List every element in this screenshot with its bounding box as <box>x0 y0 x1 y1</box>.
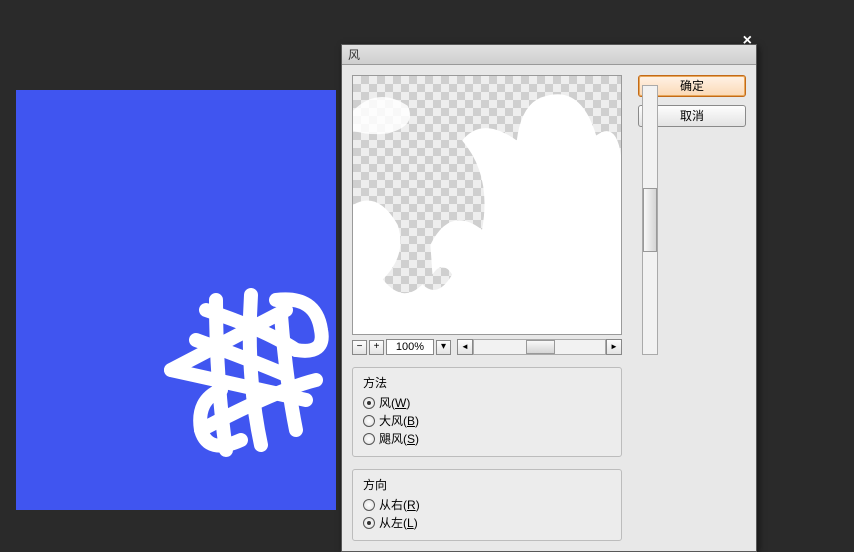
canvas-artwork <box>146 240 336 480</box>
hscroll-right-icon[interactable]: ► <box>606 339 622 355</box>
direction-option-right[interactable]: 从右(R) <box>363 496 611 513</box>
preview-vscroll[interactable] <box>642 85 658 355</box>
radio-icon <box>363 517 375 529</box>
wind-dialog: × 风 − + <box>341 44 757 552</box>
option-label: 风(W) <box>379 394 410 411</box>
radio-icon <box>363 415 375 427</box>
method-option-stagger[interactable]: 飓风(S) <box>363 430 611 447</box>
radio-icon <box>363 397 375 409</box>
dialog-titlebar[interactable]: 风 <box>342 45 756 65</box>
vscroll-track[interactable] <box>642 85 658 355</box>
zoom-dropdown-icon[interactable]: ▾ <box>436 340 451 355</box>
canvas-area[interactable] <box>16 90 336 510</box>
method-option-blast[interactable]: 大风(B) <box>363 412 611 429</box>
method-group: 方法 风(W) 大风(B) 飓风(S) <box>352 367 622 457</box>
zoom-out-button[interactable]: − <box>352 340 367 355</box>
hscroll-left-icon[interactable]: ◄ <box>457 339 473 355</box>
direction-group: 方向 从右(R) 从左(L) <box>352 469 622 541</box>
vscroll-thumb[interactable] <box>643 188 657 252</box>
hscroll-track[interactable] <box>473 339 606 355</box>
direction-label: 方向 <box>363 476 611 493</box>
option-label: 大风(B) <box>379 412 419 429</box>
option-label: 从右(R) <box>379 496 420 513</box>
hscroll-thumb[interactable] <box>526 340 555 354</box>
dialog-title: 风 <box>348 46 360 63</box>
preview-hscroll[interactable]: ◄ ► <box>457 339 622 355</box>
preview-content <box>353 76 621 334</box>
zoom-value[interactable]: 100% <box>386 339 434 355</box>
method-option-wind[interactable]: 风(W) <box>363 394 611 411</box>
option-label: 从左(L) <box>379 514 418 531</box>
preview-box[interactable] <box>352 75 622 335</box>
method-label: 方法 <box>363 374 611 391</box>
zoom-in-button[interactable]: + <box>369 340 384 355</box>
direction-option-left[interactable]: 从左(L) <box>363 514 611 531</box>
radio-icon <box>363 433 375 445</box>
radio-icon <box>363 499 375 511</box>
option-label: 飓风(S) <box>379 430 419 447</box>
